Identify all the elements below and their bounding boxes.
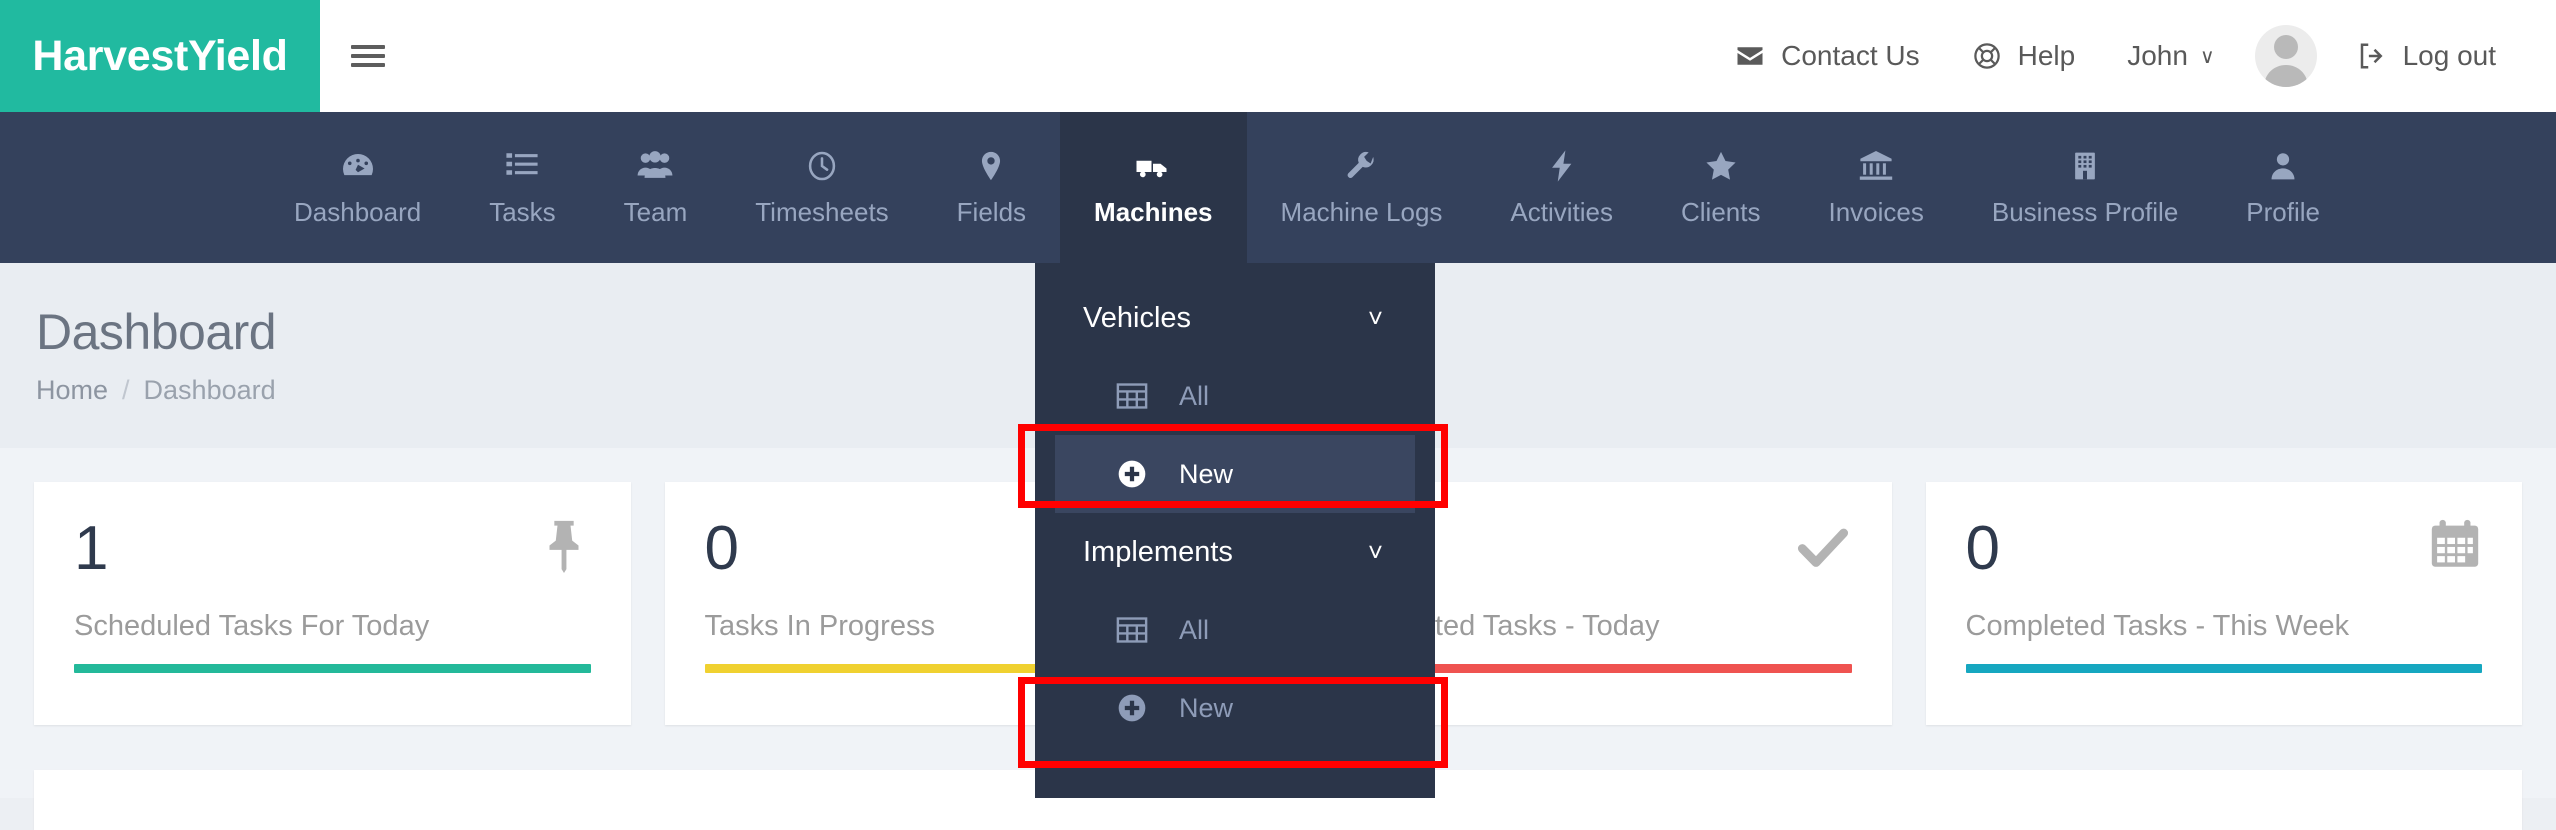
- tachometer-icon: [340, 147, 376, 185]
- list-icon: [505, 147, 539, 185]
- breadcrumb-separator: /: [122, 375, 130, 406]
- stat-card-scheduled-tasks-today: 1 Scheduled Tasks For Today: [34, 482, 631, 725]
- chevron-down-icon: ˅: [1368, 537, 1383, 568]
- hamburger-bars: [351, 40, 385, 72]
- dropdown-item-label: All: [1179, 381, 1209, 412]
- wrench-icon: [1344, 147, 1378, 185]
- app-brand-logo[interactable]: HarvestYield: [0, 0, 320, 112]
- user-menu-button[interactable]: John ∨: [2101, 0, 2240, 112]
- bolt-icon: [1545, 147, 1579, 185]
- plus-circle-icon: [1115, 458, 1149, 490]
- user-menu-label: John: [2127, 40, 2188, 72]
- star-icon: [1703, 147, 1739, 185]
- truck-icon: [1135, 147, 1171, 185]
- stat-accent-bar: [1966, 664, 2483, 673]
- bank-icon: [1858, 147, 1894, 185]
- nav-label: Dashboard: [294, 197, 421, 228]
- nav-item-clients[interactable]: Clients: [1647, 112, 1794, 263]
- map-marker-icon: [974, 147, 1008, 185]
- header-actions: Contact Us Help John ∨: [1709, 0, 2556, 112]
- stat-accent-bar: [74, 664, 591, 673]
- table-icon: [1115, 382, 1149, 410]
- nav-label: Machine Logs: [1281, 197, 1443, 228]
- stat-value: 0: [1966, 518, 2483, 580]
- nav-item-fields[interactable]: Fields: [923, 112, 1060, 263]
- nav-item-tasks[interactable]: Tasks: [455, 112, 589, 263]
- logout-label: Log out: [2403, 40, 2496, 72]
- nav-label: Timesheets: [755, 197, 888, 228]
- main-navigation-bar: Dashboard Tasks Team Ti: [0, 112, 2556, 263]
- envelope-icon: [1735, 41, 1765, 71]
- contact-us-label: Contact Us: [1781, 40, 1920, 72]
- chevron-down-icon: ˅: [1368, 303, 1383, 334]
- stat-label: Completed Tasks - This Week: [1966, 610, 2483, 643]
- nav-item-team[interactable]: Team: [590, 112, 722, 263]
- dropdown-item-vehicles-all[interactable]: All: [1035, 357, 1435, 435]
- user-icon: [2267, 147, 2299, 185]
- top-header-bar: HarvestYield Contact Us: [0, 0, 2556, 112]
- breadcrumb-home[interactable]: Home: [36, 375, 108, 406]
- dropdown-item-implements-new[interactable]: New: [1035, 669, 1435, 747]
- help-label: Help: [2018, 40, 2076, 72]
- thumbtack-icon: [535, 516, 593, 579]
- nav-item-activities[interactable]: Activities: [1476, 112, 1647, 263]
- hamburger-menu-icon[interactable]: [320, 0, 416, 112]
- header-spacer: [416, 0, 1709, 112]
- stat-label: Scheduled Tasks For Today: [74, 610, 591, 643]
- life-ring-icon: [1972, 41, 2002, 71]
- sign-out-icon: [2357, 41, 2387, 71]
- nav-item-profile[interactable]: Profile: [2212, 112, 2354, 263]
- breadcrumb-current: Dashboard: [144, 375, 276, 406]
- nav-label: Invoices: [1828, 197, 1923, 228]
- table-icon: [1115, 616, 1149, 644]
- contact-us-button[interactable]: Contact Us: [1709, 0, 1946, 112]
- nav-item-business-profile[interactable]: Business Profile: [1958, 112, 2212, 263]
- nav-label: Business Profile: [1992, 197, 2178, 228]
- stat-card-completed-tasks-this-week: 0 Completed Tasks - This Week: [1926, 482, 2523, 725]
- nav-label: Profile: [2246, 197, 2320, 228]
- nav-item-machines[interactable]: Machines: [1060, 112, 1247, 263]
- users-icon: [636, 147, 674, 185]
- nav-label: Machines: [1094, 197, 1213, 228]
- stat-value: 1: [74, 518, 591, 580]
- dropdown-item-label: New: [1179, 459, 1233, 490]
- nav-label: Tasks: [489, 197, 555, 228]
- nav-label: Activities: [1510, 197, 1613, 228]
- nav-item-machine-logs[interactable]: Machine Logs: [1247, 112, 1477, 263]
- nav-item-timesheets[interactable]: Timesheets: [721, 112, 922, 263]
- nav-item-invoices[interactable]: Invoices: [1794, 112, 1957, 263]
- dropdown-group-implements[interactable]: Implements ˅: [1035, 513, 1435, 591]
- dropdown-group-title: Vehicles: [1083, 302, 1191, 335]
- machines-dropdown-menu: Vehicles ˅ All New Implements ˅: [1035, 263, 1435, 798]
- nav-label: Fields: [957, 197, 1026, 228]
- dropdown-group-vehicles[interactable]: Vehicles ˅: [1035, 279, 1435, 357]
- logout-button[interactable]: Log out: [2331, 0, 2522, 112]
- dropdown-item-vehicles-new[interactable]: New: [1055, 435, 1415, 513]
- dropdown-item-label: All: [1179, 615, 1209, 646]
- dropdown-group-title: Implements: [1083, 536, 1233, 569]
- nav-label: Clients: [1681, 197, 1760, 228]
- clock-icon: [805, 147, 839, 185]
- plus-circle-icon: [1115, 692, 1149, 724]
- dropdown-item-label: New: [1179, 693, 1233, 724]
- nav-label: Team: [624, 197, 688, 228]
- calendar-icon: [2426, 516, 2484, 579]
- building-icon: [2069, 147, 2101, 185]
- nav-item-dashboard[interactable]: Dashboard: [260, 112, 455, 263]
- avatar-silhouette-icon: [2255, 25, 2317, 87]
- avatar[interactable]: [2255, 25, 2317, 87]
- dropdown-item-implements-all[interactable]: All: [1035, 591, 1435, 669]
- help-button[interactable]: Help: [1946, 0, 2102, 112]
- check-icon: [1792, 516, 1854, 583]
- chevron-down-icon: ∨: [2200, 44, 2215, 69]
